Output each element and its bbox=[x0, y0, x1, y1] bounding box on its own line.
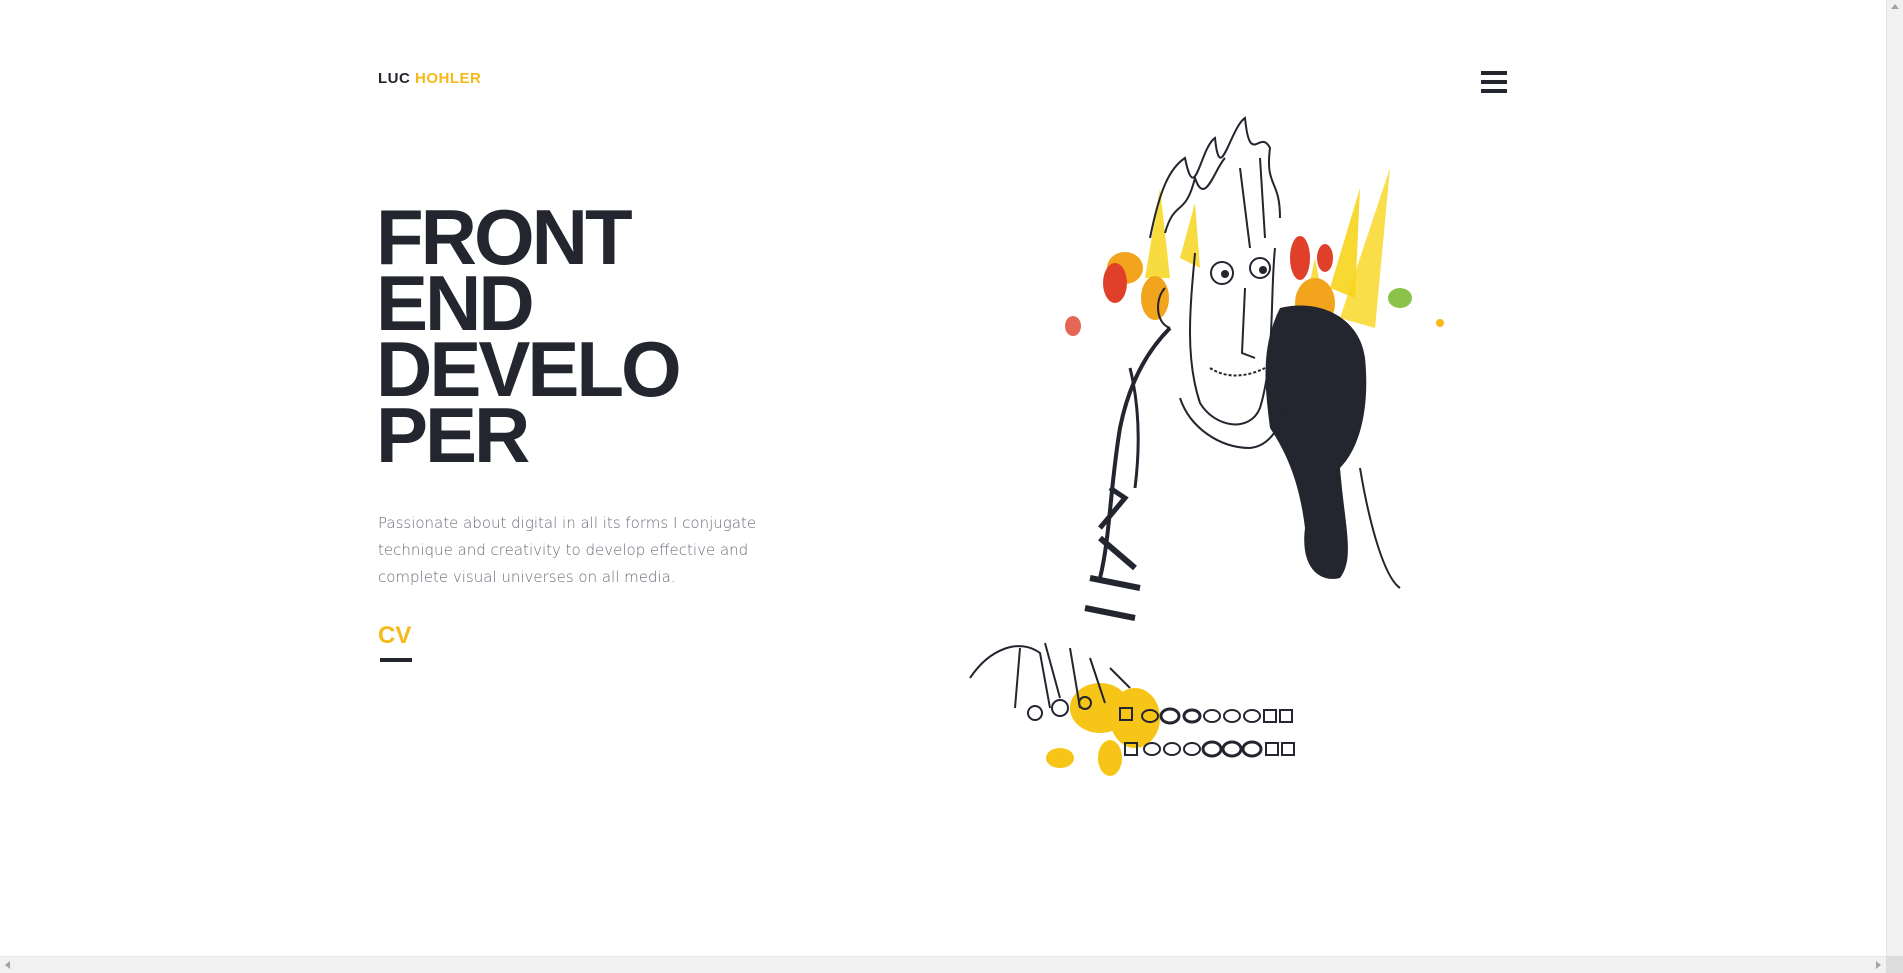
menu-bar bbox=[1481, 71, 1507, 75]
horizontal-scrollbar[interactable] bbox=[0, 956, 1886, 973]
face-sketch bbox=[1157, 247, 1276, 426]
menu-bar bbox=[1481, 89, 1507, 93]
developer-sketch-illustration bbox=[969, 116, 1444, 776]
hero-title: FRONT END DEVELO PER bbox=[376, 198, 682, 474]
brand-logo[interactable]: LUC HOHLER bbox=[378, 70, 481, 88]
cv-label: CV bbox=[378, 622, 412, 649]
paint-splashes bbox=[1046, 168, 1444, 776]
brand-last-name: HOHLER bbox=[415, 70, 482, 87]
hair-sketch bbox=[1149, 116, 1281, 249]
menu-bar bbox=[1481, 80, 1507, 84]
scrollbar-corner bbox=[1886, 956, 1903, 973]
scroll-left-icon[interactable] bbox=[5, 961, 10, 969]
brand-first-name: LUC bbox=[378, 70, 411, 87]
cv-underline bbox=[380, 658, 412, 662]
hamburger-menu-icon[interactable] bbox=[1481, 71, 1509, 97]
page: LUC HOHLER FRONT END DEVELO PER Passiona… bbox=[0, 0, 1886, 956]
intro-text: Passionate about digital in all its form… bbox=[378, 514, 757, 586]
scroll-up-icon[interactable] bbox=[1891, 4, 1899, 9]
cv-link[interactable]: CV bbox=[378, 622, 412, 662]
vertical-scrollbar[interactable] bbox=[1886, 0, 1903, 956]
scroll-right-icon[interactable] bbox=[1876, 961, 1881, 969]
